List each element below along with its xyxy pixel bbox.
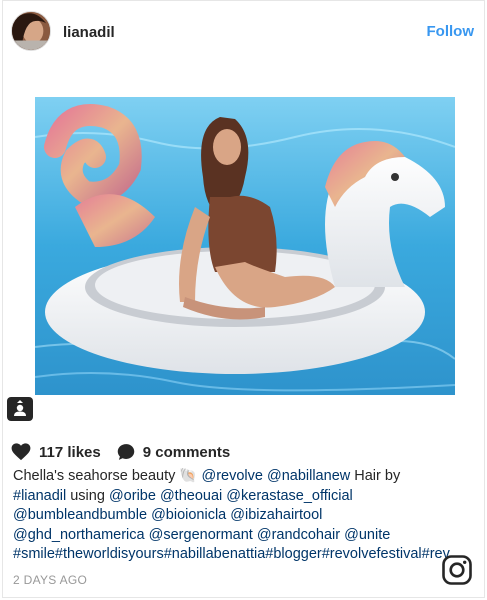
engagement-bar: 117 likes 9 comments [11,441,230,463]
caption-text: using [66,487,109,504]
mention-link[interactable]: @ibizahairtool [230,507,322,523]
mention-link[interactable]: @ghd_northamerica [13,527,145,543]
caption-line: @ghd_northamerica @sergenormant @randcoh… [13,526,483,546]
likes-count[interactable]: 117 likes [39,444,101,461]
comment-bubble-icon[interactable] [117,443,135,461]
username[interactable]: lianadil [63,24,115,41]
instagram-post-card: lianadil Follow 117 likes 9 comments Che… [2,0,485,598]
avatar-image [12,12,50,50]
post-header: lianadil Follow [3,1,484,63]
mention-link[interactable]: @oribe [109,488,156,504]
tagged-user-icon[interactable] [7,397,33,421]
post-timestamp[interactable]: 2 DAYS AGO [13,573,87,587]
mention-link[interactable]: @theouai [160,488,222,504]
mention-link[interactable]: @kerastase_official [226,488,353,504]
caption-line: #smile#theworldisyours#nabillabenattia#b… [13,545,483,565]
caption-text: Chella's seahorse beauty 🐚 [13,468,202,484]
post-photo[interactable] [35,97,455,395]
hashtag-link[interactable]: #lianadil [13,488,66,504]
mention-link[interactable]: @revolve [201,468,262,484]
caption-line: @bumbleandbumble @bioionicla @ibizahairt… [13,506,483,526]
tagged-user-glyph [14,400,26,416]
caption-text: Hair by [350,468,401,484]
photo-image [35,97,455,395]
mention-link[interactable]: @randcohair [257,527,340,543]
avatar[interactable] [11,11,51,51]
caption-line: Chella's seahorse beauty 🐚 @revolve @nab… [13,467,483,487]
heart-icon[interactable] [11,443,31,461]
comments-count[interactable]: 9 comments [143,444,231,461]
mention-link[interactable]: @bumbleandbumble [13,507,147,523]
follow-button[interactable]: Follow [427,23,475,40]
hashtag-link[interactable]: #smile#theworldisyours#nabillabenattia#b… [13,546,450,562]
mention-link[interactable]: @unite [344,527,390,543]
caption-line: #lianadil using @oribe @theouai @kerasta… [13,487,483,507]
mention-link[interactable]: @bioionicla [151,507,226,523]
mention-link[interactable]: @nabillanew [267,468,350,484]
mention-link[interactable]: @sergenormant [149,527,253,543]
post-caption: Chella's seahorse beauty 🐚 @revolve @nab… [13,467,483,565]
instagram-logo-icon[interactable] [442,555,472,585]
